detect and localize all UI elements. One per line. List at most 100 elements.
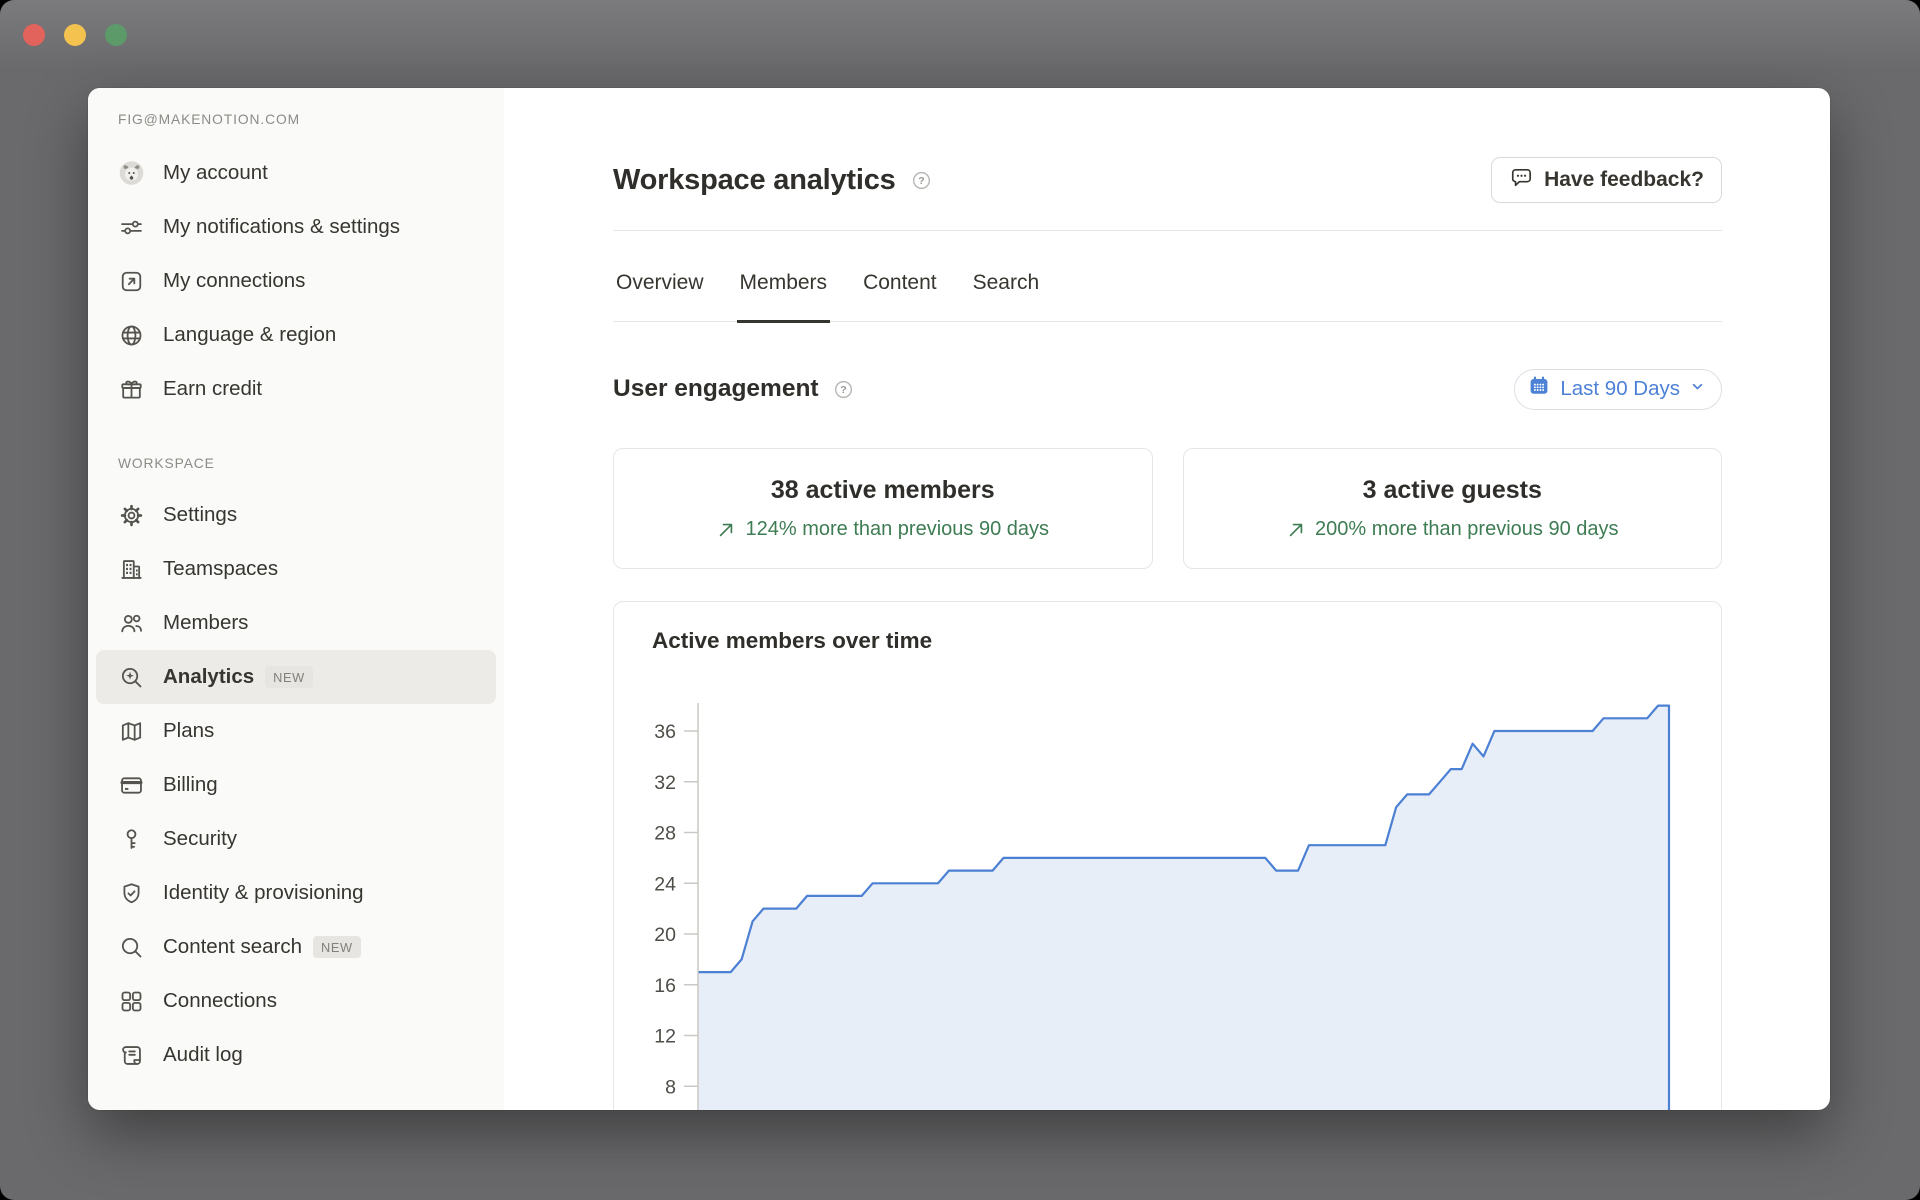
zoom-button[interactable]	[105, 24, 127, 46]
sidebar-item-earn-credit[interactable]: Earn credit	[96, 362, 496, 416]
y-tick-label: 16	[654, 975, 676, 997]
sidebar-item-label: My notifications & settings	[163, 214, 400, 240]
area-fill	[698, 706, 1669, 1110]
sidebar-item-label: Settings	[163, 502, 237, 528]
workspace-nav: Settings Teamspaces Members Analytics NEW Pla…	[96, 488, 496, 1082]
grid-icon	[118, 988, 145, 1015]
feedback-button[interactable]: Have feedback?	[1491, 157, 1722, 203]
arrow-out-icon	[118, 268, 145, 295]
settings-sidebar: FIG@MAKENOTION.COM My account My notifica…	[88, 88, 504, 1110]
close-button[interactable]	[23, 24, 45, 46]
sidebar-item-analytics[interactable]: Analytics NEW	[96, 650, 496, 704]
y-tick-label: 28	[654, 823, 676, 845]
stat-card: 38 active members 124% more than previous…	[613, 448, 1153, 569]
gear-icon	[118, 502, 145, 529]
analytics-page: Workspace analytics ? Have feedback? Ove…	[504, 88, 1830, 1110]
tab-content[interactable]: Content	[860, 271, 940, 323]
sliders-icon	[118, 214, 145, 241]
new-badge: NEW	[265, 666, 313, 688]
sidebar-item-billing[interactable]: Billing	[96, 758, 496, 812]
tab-overview[interactable]: Overview	[613, 271, 707, 323]
shield-icon	[118, 880, 145, 907]
date-range-selector[interactable]: Last 90 Days	[1514, 369, 1722, 410]
desktop-background: FIG@MAKENOTION.COM My account My notifica…	[0, 0, 1920, 1200]
svg-text:?: ?	[840, 384, 846, 396]
date-range-label: Last 90 Days	[1560, 377, 1680, 401]
sidebar-item-plans[interactable]: Plans	[96, 704, 496, 758]
sidebar-item-connections[interactable]: Connections	[96, 974, 496, 1028]
sidebar-item-label: Members	[163, 610, 248, 636]
sidebar-item-label: Teamspaces	[163, 556, 278, 582]
sidebar-item-security[interactable]: Security	[96, 812, 496, 866]
sidebar-item-label: Plans	[163, 718, 214, 744]
members-chart: 36 32 28 24 20 16 12 8	[614, 602, 1722, 1110]
stat-value: 38 active members	[771, 476, 995, 505]
sidebar-item-settings[interactable]: Settings	[96, 488, 496, 542]
sidebar-item-label: Billing	[163, 772, 218, 798]
new-badge: NEW	[313, 936, 361, 958]
trend-up-icon	[1286, 520, 1306, 540]
page-title: Workspace analytics	[613, 164, 896, 197]
page-header: Workspace analytics ? Have feedback?	[613, 150, 1722, 210]
sidebar-item-my-notifications-settings[interactable]: My notifications & settings	[96, 200, 496, 254]
svg-text:?: ?	[918, 175, 924, 187]
tab-members[interactable]: Members	[737, 271, 831, 323]
feedback-button-label: Have feedback?	[1544, 168, 1704, 192]
account-nav: My account My notifications & settings My …	[96, 146, 496, 416]
sidebar-item-label: Analytics	[163, 664, 254, 690]
sidebar-item-label: My connections	[163, 268, 305, 294]
sidebar-item-label: Content search	[163, 934, 302, 960]
stat-value: 3 active guests	[1363, 476, 1542, 505]
minimize-button[interactable]	[64, 24, 86, 46]
sidebar-item-content-search[interactable]: Content search NEW	[96, 920, 496, 974]
sidebar-item-language-region[interactable]: Language & region	[96, 308, 496, 362]
stat-cards-row: 38 active members 124% more than previous…	[613, 448, 1722, 569]
user-engagement-header: User engagement ? Last 90 Days	[613, 365, 1722, 413]
help-icon[interactable]: ?	[910, 169, 933, 192]
gift-icon	[118, 376, 145, 403]
members-icon	[118, 610, 145, 637]
sidebar-item-my-account[interactable]: My account	[96, 146, 496, 200]
stat-delta: 200% more than previous 90 days	[1286, 518, 1619, 541]
stat-card: 3 active guests 200% more than previous 9…	[1183, 448, 1723, 569]
section-heading: User engagement	[613, 375, 819, 403]
trend-up-icon	[716, 520, 736, 540]
sidebar-item-members[interactable]: Members	[96, 596, 496, 650]
tab-search[interactable]: Search	[970, 271, 1043, 323]
help-icon[interactable]: ?	[832, 378, 855, 401]
y-tick-label: 12	[654, 1026, 676, 1048]
y-tick-label: 32	[654, 772, 676, 794]
stat-delta: 124% more than previous 90 days	[716, 518, 1049, 541]
map-icon	[118, 718, 145, 745]
building-icon	[118, 556, 145, 583]
sidebar-item-identity-provisioning[interactable]: Identity & provisioning	[96, 866, 496, 920]
y-tick-label: 8	[665, 1076, 676, 1098]
sidebar-item-label: Connections	[163, 988, 277, 1014]
sidebar-item-label: Earn credit	[163, 376, 262, 402]
y-tick-label: 36	[654, 721, 676, 743]
chevron-down-icon	[1689, 377, 1706, 401]
chat-bubble-icon	[1509, 165, 1534, 196]
calendar-icon	[1527, 374, 1551, 404]
y-tick-label: 24	[654, 873, 676, 895]
scroll-icon	[118, 1042, 145, 1069]
sidebar-item-label: My account	[163, 160, 268, 186]
account-avatar	[118, 160, 145, 187]
analytics-tabs: Overview Members Content Search	[613, 231, 1722, 322]
search-icon	[118, 934, 145, 961]
window-controls	[23, 24, 127, 46]
y-tick-label: 20	[654, 924, 676, 946]
sidebar-item-teamspaces[interactable]: Teamspaces	[96, 542, 496, 596]
sidebar-item-my-connections[interactable]: My connections	[96, 254, 496, 308]
sidebar-item-label: Security	[163, 826, 237, 852]
globe-icon	[118, 322, 145, 349]
account-email: FIG@MAKENOTION.COM	[96, 112, 496, 146]
analytics-icon	[118, 664, 145, 691]
sidebar-item-audit-log[interactable]: Audit log	[96, 1028, 496, 1082]
settings-dialog: FIG@MAKENOTION.COM My account My notifica…	[88, 88, 1830, 1110]
sidebar-item-label: Identity & provisioning	[163, 880, 364, 906]
chart-card: Active members over time 363228242016128	[613, 601, 1722, 1110]
sidebar-item-label: Language & region	[163, 322, 336, 348]
card-icon	[118, 772, 145, 799]
workspace-section-label: WORKSPACE	[96, 438, 496, 488]
